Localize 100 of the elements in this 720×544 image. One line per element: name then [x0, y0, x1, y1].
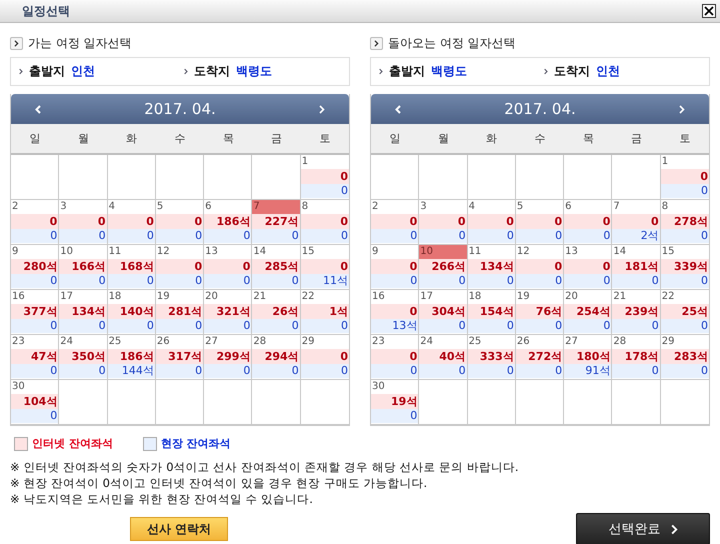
contact-button[interactable]: 선사 연락처	[130, 517, 228, 541]
internet-seats: 304석	[419, 304, 467, 319]
day-number[interactable]: 13	[204, 245, 252, 259]
day-number[interactable]: 2	[11, 200, 58, 214]
day-number[interactable]: 10	[59, 245, 107, 259]
next-month-button[interactable]	[676, 102, 687, 116]
day-number[interactable]: 24	[59, 335, 107, 349]
day-number[interactable]: 8	[300, 200, 349, 214]
day-number[interactable]: 23	[11, 335, 58, 349]
day-number[interactable]: 21	[612, 290, 660, 304]
weekday-label: 목	[582, 131, 595, 146]
onsite-seats: 0	[59, 274, 107, 288]
route-value: 인천	[71, 63, 95, 80]
day-number[interactable]: 28	[612, 335, 660, 349]
chevron-right-icon	[184, 68, 188, 75]
day-number[interactable]: 19	[516, 290, 564, 304]
day-number[interactable]: 19	[156, 290, 204, 304]
day-number[interactable]: 18	[108, 290, 155, 304]
day-number[interactable]: 5	[156, 200, 204, 214]
internet-seats: 19석	[371, 394, 418, 409]
day-number[interactable]: 16	[371, 290, 418, 304]
close-icon	[704, 6, 714, 16]
day-number[interactable]: 7	[612, 200, 660, 214]
internet-seats: 350석	[59, 349, 107, 364]
day-number[interactable]: 24	[419, 335, 467, 349]
onsite-seats: 91석	[564, 364, 612, 378]
day-number[interactable]: 6	[564, 200, 612, 214]
onsite-seats: 0	[660, 184, 709, 198]
day-number[interactable]: 27	[204, 335, 252, 349]
day-number[interactable]: 15	[660, 245, 709, 259]
day-number[interactable]: 14	[612, 245, 660, 259]
close-button[interactable]	[702, 4, 716, 18]
month-label: 2017. 04.	[144, 100, 216, 118]
onsite-seats: 0	[108, 274, 155, 288]
day-number[interactable]: 25	[108, 335, 155, 349]
day-number[interactable]: 26	[156, 335, 204, 349]
onsite-seats: 0	[468, 319, 515, 333]
day-number[interactable]: 22	[300, 290, 349, 304]
internet-seats: 0	[371, 304, 418, 319]
route-value: 백령도	[236, 63, 272, 80]
day-number[interactable]: 1	[300, 155, 349, 169]
day-number[interactable]: 11	[108, 245, 155, 259]
day-number[interactable]: 30	[371, 380, 418, 394]
day-number[interactable]: 18	[468, 290, 515, 304]
day-number[interactable]: 29	[660, 335, 709, 349]
onsite-seats: 0	[419, 319, 467, 333]
day-number[interactable]: 17	[59, 290, 107, 304]
onsite-seats: 144석	[108, 364, 155, 378]
day-number[interactable]: 11	[468, 245, 515, 259]
day-number[interactable]: 29	[300, 335, 349, 349]
weekday-label: 토	[678, 131, 692, 146]
day-number[interactable]: 16	[11, 290, 58, 304]
internet-seats: 25석	[660, 304, 709, 319]
day-number[interactable]: 1	[660, 155, 709, 169]
day-number[interactable]: 28	[252, 335, 300, 349]
day-number[interactable]: 4	[108, 200, 155, 214]
onsite-seats: 0	[660, 364, 709, 378]
day-number[interactable]: 22	[660, 290, 709, 304]
day-number[interactable]: 5	[516, 200, 564, 214]
route-label: 도착지	[554, 63, 590, 80]
day-number[interactable]: 17	[419, 290, 467, 304]
day-number[interactable]: 12	[516, 245, 564, 259]
internet-seats: 0	[371, 214, 418, 229]
day-number[interactable]: 27	[564, 335, 612, 349]
day-number[interactable]: 2	[371, 200, 418, 214]
day-number[interactable]: 25	[468, 335, 515, 349]
day-number[interactable]: 26	[516, 335, 564, 349]
onsite-seats: 0	[59, 229, 107, 243]
day-number[interactable]: 15	[300, 245, 349, 259]
legend-label: 현장 잔여좌석	[160, 436, 231, 451]
onsite-seats: 0	[516, 319, 564, 333]
day-number[interactable]: 20	[204, 290, 252, 304]
day-number[interactable]: 30	[11, 380, 58, 394]
chevron-right-icon	[318, 104, 325, 114]
day-number[interactable]: 23	[371, 335, 418, 349]
internet-seats: 0	[300, 214, 349, 229]
chevron-right-icon	[374, 40, 379, 46]
internet-seats: 166석	[59, 259, 107, 274]
route-label: 출발지	[389, 63, 425, 80]
note-text: ※ 낙도지역은 도서민을 위한 현장 잔여석일 수 있습니다.	[10, 491, 314, 507]
onsite-seats: 0	[252, 364, 300, 378]
next-month-button[interactable]	[316, 102, 327, 116]
day-number[interactable]: 14	[252, 245, 300, 259]
day-number[interactable]: 4	[468, 200, 515, 214]
route-value: 인천	[596, 63, 620, 80]
day-number[interactable]: 13	[564, 245, 612, 259]
confirm-button[interactable]: 선택완료	[576, 513, 710, 544]
weekday-label: 화	[125, 131, 138, 146]
internet-seats: 0	[156, 259, 204, 274]
internet-seats: 47석	[11, 349, 58, 364]
day-number[interactable]: 6	[204, 200, 252, 214]
day-number[interactable]: 9	[371, 245, 418, 259]
internet-seats: 280석	[11, 259, 58, 274]
day-number[interactable]: 9	[11, 245, 58, 259]
day-number[interactable]: 21	[252, 290, 300, 304]
day-number[interactable]: 3	[59, 200, 107, 214]
day-number[interactable]: 12	[156, 245, 204, 259]
day-number[interactable]: 8	[660, 200, 709, 214]
day-number[interactable]: 20	[564, 290, 612, 304]
day-number[interactable]: 3	[419, 200, 467, 214]
